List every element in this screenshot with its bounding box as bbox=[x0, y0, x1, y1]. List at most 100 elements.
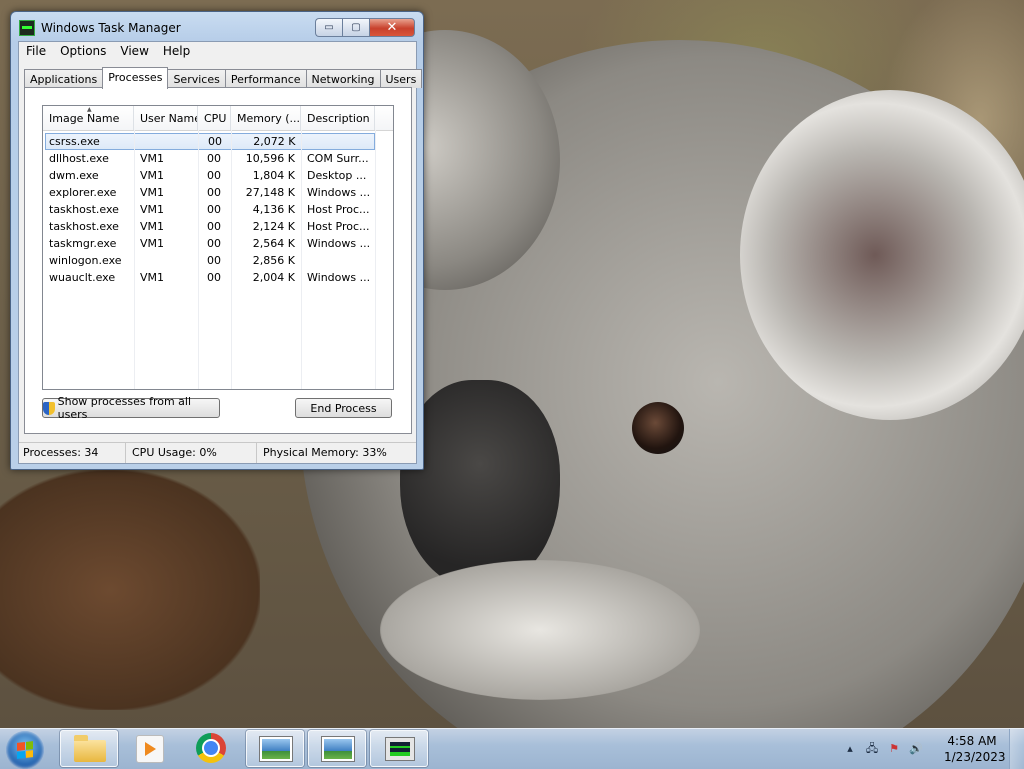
cell-memory: 2,004 K bbox=[252, 271, 295, 284]
windows-explorer-icon bbox=[74, 735, 106, 762]
process-list[interactable]: ▲ Image Name User Name CPU Memory (... De… bbox=[42, 105, 394, 390]
menu-view[interactable]: View bbox=[113, 42, 155, 60]
koala-chin bbox=[380, 560, 700, 700]
taskbar-picture-viewer-1[interactable] bbox=[246, 730, 304, 767]
taskbar-explorer[interactable] bbox=[60, 730, 118, 767]
table-row[interactable]: taskmgr.exe VM1 00 2,564 K Windows ... bbox=[43, 235, 393, 252]
cell-cpu: 00 bbox=[207, 271, 221, 284]
media-player-icon bbox=[136, 735, 164, 763]
processes-tab-page: ▲ Image Name User Name CPU Memory (... De… bbox=[24, 87, 412, 434]
cell-description: Host Proc... bbox=[307, 203, 370, 216]
column-user-name[interactable]: User Name bbox=[134, 106, 198, 130]
window-client: File Options View Help Applications Proc… bbox=[18, 41, 423, 464]
status-processes: Processes: 34 bbox=[19, 443, 126, 463]
cell-description: Windows ... bbox=[307, 271, 371, 284]
action-center-flag-icon[interactable]: ⚑ bbox=[886, 742, 902, 756]
cell-memory: 2,564 K bbox=[252, 237, 295, 250]
cell-image-name: winlogon.exe bbox=[49, 254, 122, 267]
sort-up-icon: ▲ bbox=[87, 106, 92, 113]
column-divider bbox=[198, 130, 199, 389]
caption-buttons: ▭ ▢ ✕ bbox=[315, 18, 415, 37]
tab-networking[interactable]: Networking bbox=[305, 69, 381, 88]
task-manager-icon bbox=[19, 20, 35, 36]
tab-users[interactable]: Users bbox=[379, 69, 423, 88]
koala-right-ear bbox=[740, 90, 1024, 420]
cell-memory: 2,856 K bbox=[252, 254, 295, 267]
cell-description bbox=[301, 252, 375, 269]
cell-user-name: VM1 bbox=[140, 186, 165, 199]
cell-description bbox=[301, 133, 375, 150]
title-bar[interactable]: Windows Task Manager bbox=[19, 18, 319, 38]
process-rows: csrss.exe 00 2,072 K dllhost.exe VM1 00 10,596… bbox=[43, 131, 393, 286]
taskbar-picture-viewer-2[interactable] bbox=[308, 730, 366, 767]
cell-cpu: 00 bbox=[207, 186, 221, 199]
cell-memory: 4,136 K bbox=[252, 203, 295, 216]
menu-file[interactable]: File bbox=[19, 42, 53, 60]
cell-description: Windows ... bbox=[307, 186, 371, 199]
uac-shield-icon bbox=[43, 401, 55, 415]
list-header: ▲ Image Name User Name CPU Memory (... De… bbox=[43, 106, 393, 131]
table-row[interactable]: wuauclt.exe VM1 00 2,004 K Windows ... bbox=[43, 269, 393, 286]
tab-processes[interactable]: Processes bbox=[102, 67, 169, 89]
cell-cpu: 00 bbox=[208, 135, 223, 148]
table-row[interactable]: taskhost.exe VM1 00 2,124 K Host Proc... bbox=[43, 218, 393, 235]
cell-cpu: 00 bbox=[207, 152, 221, 165]
menu-options[interactable]: Options bbox=[53, 42, 113, 60]
column-description[interactable]: Description bbox=[301, 106, 375, 130]
taskbar-chrome[interactable] bbox=[182, 730, 240, 767]
cell-description: COM Surr... bbox=[307, 152, 369, 165]
task-manager-window: Windows Task Manager ▭ ▢ ✕ File Options … bbox=[10, 11, 424, 470]
table-row[interactable]: explorer.exe VM1 00 27,148 K Windows ... bbox=[43, 184, 393, 201]
end-process-button[interactable]: End Process bbox=[295, 398, 392, 418]
show-hidden-icons-icon[interactable]: ▴ bbox=[842, 742, 858, 756]
tab-performance[interactable]: Performance bbox=[224, 69, 307, 88]
column-image-name[interactable]: ▲ Image Name bbox=[43, 106, 134, 130]
cell-image-name: wuauclt.exe bbox=[49, 271, 116, 284]
cell-user-name: VM1 bbox=[140, 271, 165, 284]
cell-image-name: dllhost.exe bbox=[49, 152, 109, 165]
taskbar: ▴ 🖧 ⚑ 🔊 4:58 AM 1/23/2023 bbox=[0, 728, 1024, 769]
clock[interactable]: 4:58 AM 1/23/2023 bbox=[944, 733, 1006, 765]
column-label: Image Name bbox=[49, 112, 120, 125]
table-row[interactable]: dwm.exe VM1 00 1,804 K Desktop ... bbox=[43, 167, 393, 184]
network-icon[interactable]: 🖧 bbox=[864, 742, 880, 756]
cell-memory: 2,124 K bbox=[252, 220, 295, 233]
cell-user-name: VM1 bbox=[140, 169, 165, 182]
cell-memory: 27,148 K bbox=[245, 186, 295, 199]
tab-applications[interactable]: Applications bbox=[24, 69, 104, 88]
column-memory[interactable]: Memory (... bbox=[231, 106, 301, 130]
cell-description: Host Proc... bbox=[307, 220, 370, 233]
cell-image-name: explorer.exe bbox=[49, 186, 117, 199]
start-button[interactable] bbox=[6, 731, 44, 769]
minimize-button[interactable]: ▭ bbox=[315, 18, 342, 37]
tab-services[interactable]: Services bbox=[167, 69, 226, 88]
table-row[interactable]: winlogon.exe 00 2,856 K bbox=[43, 252, 393, 269]
menu-bar: File Options View Help bbox=[19, 42, 416, 60]
volume-icon[interactable]: 🔊 bbox=[908, 742, 924, 756]
cell-cpu: 00 bbox=[207, 203, 221, 216]
cell-cpu: 00 bbox=[207, 220, 221, 233]
column-divider bbox=[375, 130, 376, 389]
table-row[interactable]: taskhost.exe VM1 00 4,136 K Host Proc... bbox=[43, 201, 393, 218]
taskbar-media-player[interactable] bbox=[120, 730, 178, 767]
close-button[interactable]: ✕ bbox=[369, 18, 415, 37]
table-row[interactable]: csrss.exe 00 2,072 K bbox=[45, 133, 375, 150]
koala-nose bbox=[400, 380, 560, 590]
cell-user-name: VM1 bbox=[140, 237, 165, 250]
maximize-button[interactable]: ▢ bbox=[342, 18, 369, 37]
cell-image-name: dwm.exe bbox=[49, 169, 99, 182]
column-cpu[interactable]: CPU bbox=[198, 106, 231, 130]
windows-logo-icon bbox=[17, 741, 33, 759]
table-row[interactable]: dllhost.exe VM1 00 10,596 K COM Surr... bbox=[43, 150, 393, 167]
menu-help[interactable]: Help bbox=[156, 42, 197, 60]
column-divider bbox=[301, 130, 302, 389]
cell-cpu: 00 bbox=[207, 169, 221, 182]
column-divider bbox=[231, 130, 232, 389]
koala-eye bbox=[632, 402, 684, 454]
show-all-processes-button[interactable]: Show processes from all users bbox=[42, 395, 220, 421]
taskbar-task-manager[interactable] bbox=[370, 730, 428, 767]
task-manager-icon bbox=[385, 737, 415, 761]
status-cpu-usage: CPU Usage: 0% bbox=[126, 443, 257, 463]
show-desktop-button[interactable] bbox=[1009, 729, 1024, 769]
picture-viewer-icon bbox=[260, 737, 292, 761]
